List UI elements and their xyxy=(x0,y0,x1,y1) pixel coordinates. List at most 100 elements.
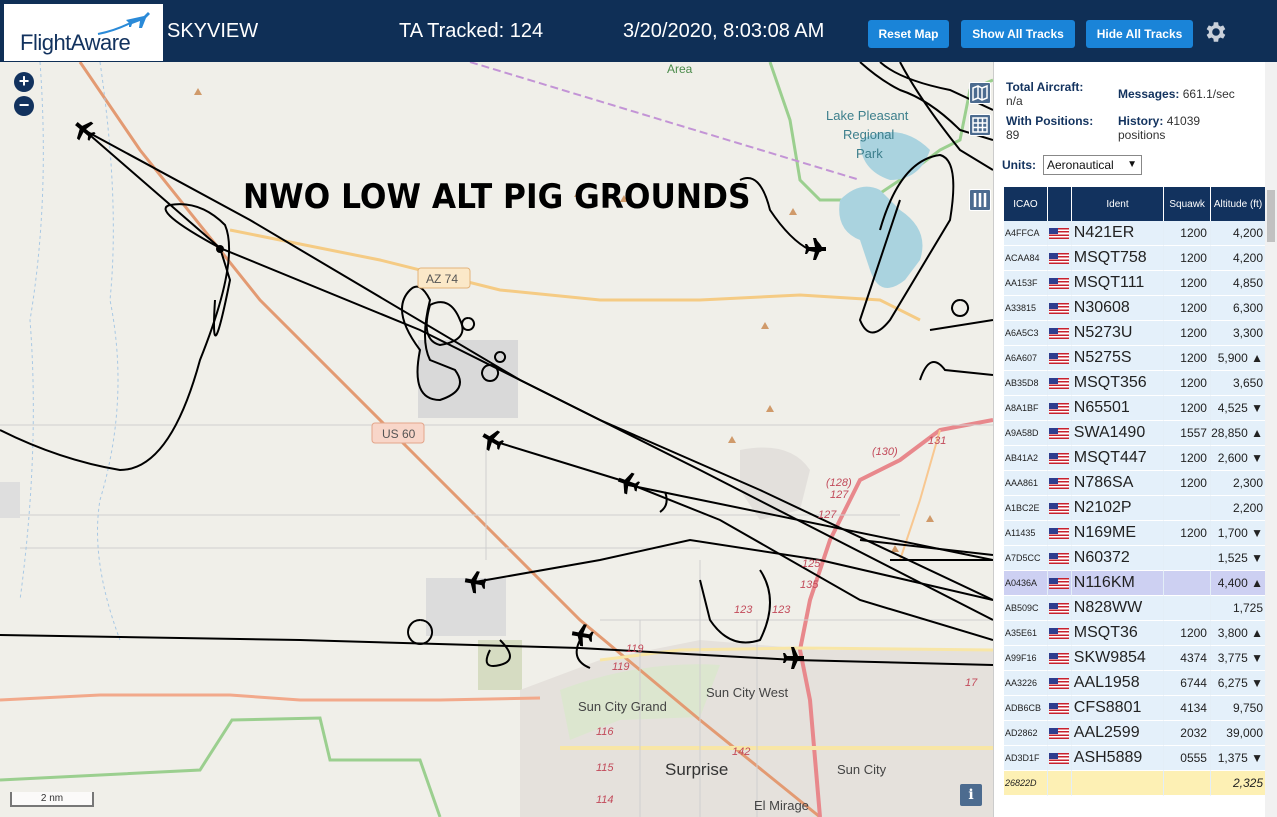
zoom-in-button[interactable]: + xyxy=(14,72,34,92)
table-row[interactable]: AA3226 AAL1958 6744 6,275 ▼ xyxy=(1004,671,1266,696)
table-row[interactable]: A6A5C3 N5273U 1200 3,300 xyxy=(1004,321,1266,346)
svg-text:Sun City: Sun City xyxy=(837,762,887,777)
aircraft-sidebar: Total Aircraft: n/a With Positions: 89 Mes… xyxy=(993,62,1277,817)
columns-toggle-button[interactable] xyxy=(969,189,991,211)
icao-cell: AB35D8 xyxy=(1004,371,1048,396)
flag-cell xyxy=(1047,221,1072,246)
current-datetime: 3/20/2020, 8:03:08 AM xyxy=(623,20,825,42)
tracked-count: TA Tracked: 124 xyxy=(399,20,544,42)
reset-map-button[interactable]: Reset Map xyxy=(868,20,949,48)
peak-markers xyxy=(194,88,934,552)
col-squawk[interactable]: Squawk xyxy=(1164,187,1211,221)
svg-text:(128): (128) xyxy=(826,477,852,489)
flag-cell xyxy=(1047,571,1072,596)
map-view[interactable]: Area Lake Pleasant Regional Park AZ 74 U… xyxy=(0,62,993,817)
altitude-cell: 4,525 ▼ xyxy=(1210,396,1266,421)
svg-text:US 60: US 60 xyxy=(382,427,416,441)
sidebar-scrollbar[interactable] xyxy=(1265,62,1277,817)
flightaware-logo[interactable]: FlightAware xyxy=(4,4,163,61)
svg-text:Sun City Grand: Sun City Grand xyxy=(578,699,667,714)
altitude-cell: 1,375 ▼ xyxy=(1210,746,1266,771)
table-row[interactable]: ADB6CB CFS8801 4134 9,750 xyxy=(1004,696,1266,721)
total-aircraft: Total Aircraft: n/a xyxy=(1006,80,1084,108)
show-all-tracks-button[interactable]: Show All Tracks xyxy=(961,20,1075,48)
top-header: FlightAware SKYVIEW TA Tracked: 124 3/20… xyxy=(0,0,1277,62)
table-row[interactable]: AA153F MSQT111 1200 4,850 xyxy=(1004,271,1266,296)
col-altitude[interactable]: Altitude (ft) xyxy=(1210,187,1266,221)
ident-cell: N60372 xyxy=(1071,546,1165,571)
plane-icon xyxy=(482,430,505,452)
table-row[interactable]: A11435 N169ME 1200 1,700 ▼ xyxy=(1004,521,1266,546)
map-canvas[interactable]: Area Lake Pleasant Regional Park AZ 74 U… xyxy=(0,62,993,817)
gray-area xyxy=(426,578,506,636)
ident-cell: N65501 xyxy=(1071,396,1165,421)
table-row[interactable]: ACAA84 MSQT758 1200 4,200 xyxy=(1004,246,1266,271)
flag-cell xyxy=(1047,696,1072,721)
units-select[interactable]: Aeronautical ▼ xyxy=(1043,155,1142,175)
scrollbar-thumb[interactable] xyxy=(1267,190,1275,242)
altitude-cell: 3,650 xyxy=(1210,371,1266,396)
us-flag-icon xyxy=(1048,328,1069,340)
icao-cell: AAA861 xyxy=(1004,471,1048,496)
svg-text:AZ 74: AZ 74 xyxy=(426,272,458,286)
squawk-cell: 1200 xyxy=(1164,396,1211,421)
table-row[interactable]: AB41A2 MSQT447 1200 2,600 ▼ xyxy=(1004,446,1266,471)
table-row[interactable]: AB509C N828WW 1,725 xyxy=(1004,596,1266,621)
altitude-cell: 28,850 ▲ xyxy=(1210,421,1266,446)
col-ident[interactable]: Ident xyxy=(1071,187,1165,221)
squawk-cell: 1200 xyxy=(1164,346,1211,371)
hide-all-tracks-button[interactable]: Hide All Tracks xyxy=(1086,20,1193,48)
altitude-cell: 3,775 ▼ xyxy=(1210,646,1266,671)
map-layers-button[interactable] xyxy=(969,82,991,104)
icao-cell: AB509C xyxy=(1004,596,1048,621)
ident-cell: MSQT758 xyxy=(1071,246,1165,271)
col-icao[interactable]: ICAO xyxy=(1004,187,1048,221)
squawk-cell: 1200 xyxy=(1164,221,1211,246)
table-row[interactable]: AD2862 AAL2599 2032 39,000 xyxy=(1004,721,1266,746)
svg-text:114: 114 xyxy=(596,794,614,806)
grid-icon xyxy=(972,117,988,133)
flag-cell xyxy=(1047,596,1072,621)
plane-icon xyxy=(75,121,96,141)
col-flag[interactable] xyxy=(1047,187,1072,221)
squawk-cell xyxy=(1164,771,1211,796)
grid-toggle-button[interactable] xyxy=(969,114,991,136)
info-icon[interactable]: i xyxy=(960,784,982,806)
ident-cell: N169ME xyxy=(1071,521,1165,546)
table-row[interactable]: A99F16 SKW9854 4374 3,775 ▼ xyxy=(1004,646,1266,671)
flag-cell xyxy=(1047,746,1072,771)
altitude-cell: 9,750 xyxy=(1210,696,1266,721)
svg-text:123: 123 xyxy=(734,604,753,616)
altitude-cell: 4,200 xyxy=(1210,221,1266,246)
table-row[interactable]: A4FFCA N421ER 1200 4,200 xyxy=(1004,221,1266,246)
table-row[interactable]: A0436A N116KM 4,400 ▲ xyxy=(1004,571,1266,596)
table-row[interactable]: A33815 N30608 1200 6,300 xyxy=(1004,296,1266,321)
gear-icon[interactable] xyxy=(1202,19,1228,45)
map-icon xyxy=(972,84,988,102)
skyview-app: FlightAware SKYVIEW TA Tracked: 124 3/20… xyxy=(0,0,1277,817)
scale-bar: 2 nm xyxy=(10,792,94,807)
table-row[interactable]: 26822D 2,325 xyxy=(1004,771,1266,796)
svg-text:115: 115 xyxy=(596,762,614,774)
svg-text:Regional: Regional xyxy=(843,127,894,142)
table-row[interactable]: A6A607 N5275S 1200 5,900 ▲ xyxy=(1004,346,1266,371)
table-row[interactable]: AB35D8 MSQT356 1200 3,650 xyxy=(1004,371,1266,396)
ident-cell: N828WW xyxy=(1071,596,1165,621)
table-row[interactable]: AD3D1F ASH5889 0555 1,375 ▼ xyxy=(1004,746,1266,771)
table-row[interactable]: A7D5CC N60372 1,525 ▼ xyxy=(1004,546,1266,571)
table-row[interactable]: A35E61 MSQT36 1200 3,800 ▲ xyxy=(1004,621,1266,646)
svg-text:131: 131 xyxy=(928,435,946,447)
icao-cell: A0436A xyxy=(1004,571,1048,596)
table-row[interactable]: A1BC2E N2102P 2,200 xyxy=(1004,496,1266,521)
flag-cell xyxy=(1047,421,1072,446)
svg-text:119: 119 xyxy=(612,661,630,673)
table-row[interactable]: A9A58D SWA1490 1557 28,850 ▲ xyxy=(1004,421,1266,446)
altitude-cell: 4,400 ▲ xyxy=(1210,571,1266,596)
zoom-out-button[interactable]: − xyxy=(14,96,34,116)
icao-cell: ADB6CB xyxy=(1004,696,1048,721)
us-flag-icon xyxy=(1048,528,1069,540)
table-row[interactable]: AAA861 N786SA 1200 2,300 xyxy=(1004,471,1266,496)
flag-cell xyxy=(1047,671,1072,696)
flag-cell xyxy=(1047,546,1072,571)
table-row[interactable]: A8A1BF N65501 1200 4,525 ▼ xyxy=(1004,396,1266,421)
